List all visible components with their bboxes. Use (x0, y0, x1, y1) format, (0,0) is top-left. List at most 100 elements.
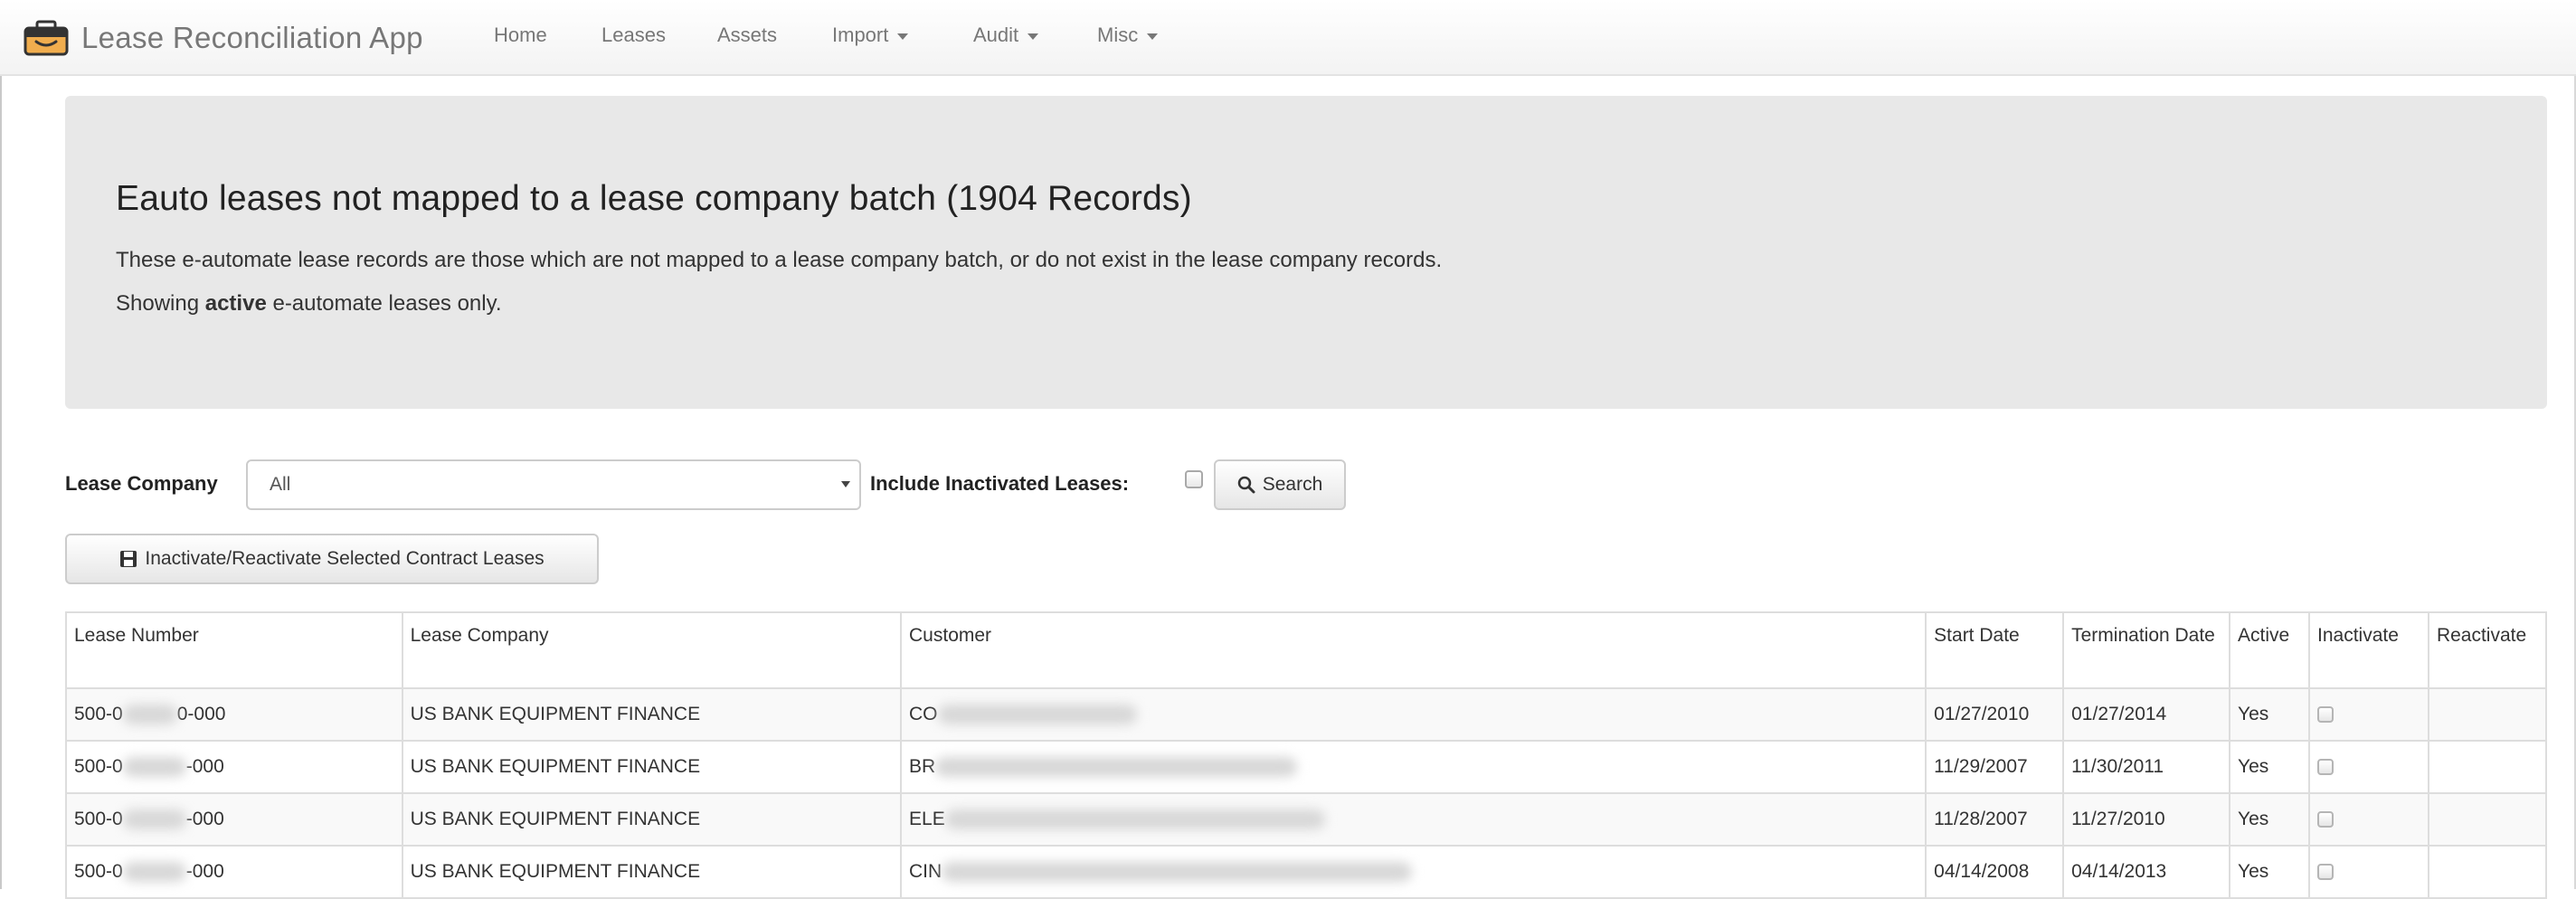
start-date-cell: 11/28/2007 (1925, 792, 2065, 847)
nav-import[interactable]: Import (832, 24, 909, 47)
inactivate-cell (2308, 687, 2429, 742)
save-icon (120, 551, 137, 567)
active-cell: Yes (2229, 792, 2310, 847)
inactivate-checkbox[interactable] (2317, 706, 2334, 724)
showing-suffix: e-automate leases only. (266, 291, 502, 316)
reactivate-cell (2427, 687, 2548, 742)
nav-home-label: Home (494, 24, 547, 46)
lease-number-suffix: -000 (185, 861, 224, 882)
include-inactivated-checkbox[interactable] (1185, 470, 1203, 488)
redacted-text (942, 862, 1413, 883)
nav-leases-label: Leases (601, 24, 666, 46)
app-title: Lease Reconciliation App (81, 21, 423, 54)
lease-number-prefix: 500-0 (74, 756, 123, 777)
nav-assets[interactable]: Assets (717, 24, 777, 47)
termination-date-cell: 11/27/2010 (2062, 792, 2231, 847)
customer-prefix: ELE (909, 809, 945, 829)
redacted-text (122, 705, 177, 725)
nav-audit-label: Audit (973, 24, 1019, 46)
lease-company-cell: US BANK EQUIPMENT FINANCE (401, 845, 903, 899)
lease-number-suffix: -000 (185, 756, 224, 777)
lease-company-cell: US BANK EQUIPMENT FINANCE (401, 687, 903, 742)
lease-number-cell: 500-0 -000 (65, 845, 403, 899)
inactivate-checkbox[interactable] (2317, 759, 2334, 776)
col-header-lease-company[interactable]: Lease Company (401, 611, 903, 689)
lease-company-select-value: All (270, 474, 291, 495)
lease-number-cell: 500-0 -000 (65, 792, 403, 847)
inactivate-cell (2308, 792, 2429, 847)
customer-cell: BR (900, 740, 1927, 794)
nav-misc-label: Misc (1097, 24, 1139, 46)
search-button[interactable]: Search (1214, 459, 1346, 510)
nav-leases[interactable]: Leases (601, 24, 666, 47)
select-arrow-icon (841, 481, 850, 487)
caret-down-icon (897, 33, 909, 40)
redacted-text (944, 809, 1325, 830)
termination-date-cell: 11/30/2011 (2062, 740, 2231, 794)
col-header-customer[interactable]: Customer (900, 611, 1927, 689)
nav-import-label: Import (832, 24, 889, 46)
table-row: 500-0 -000 US BANK EQUIPMENT FINANCE CIN … (65, 845, 2548, 899)
lease-company-select[interactable]: All (246, 459, 861, 510)
lease-number-cell: 500-0 -000 (65, 740, 403, 794)
col-header-active[interactable]: Active (2229, 611, 2310, 689)
col-header-termination-date[interactable]: Termination Date (2062, 611, 2231, 689)
redacted-text (937, 705, 1137, 725)
table-row: 500-0 0-000 US BANK EQUIPMENT FINANCE CO … (65, 687, 2548, 742)
nav-assets-label: Assets (717, 24, 778, 46)
search-button-label: Search (1262, 474, 1323, 495)
col-header-lease-number[interactable]: Lease Number (65, 611, 403, 689)
customer-cell: CO (900, 687, 1927, 742)
lease-company-cell: US BANK EQUIPMENT FINANCE (401, 740, 903, 794)
include-inactivated-label: Include Inactivated Leases: (870, 472, 1130, 495)
inactivate-cell (2308, 740, 2429, 794)
lease-company-label: Lease Company (65, 472, 218, 495)
reactivate-cell (2427, 845, 2548, 899)
customer-cell: ELE (900, 792, 1927, 847)
nav-audit[interactable]: Audit (973, 24, 1039, 47)
inactivate-reactivate-button[interactable]: Inactivate/Reactivate Selected Contract … (65, 534, 599, 584)
customer-prefix: BR (909, 756, 936, 777)
lease-number-prefix: 500-0 (74, 809, 123, 829)
table-row: 500-0 -000 US BANK EQUIPMENT FINANCE ELE … (65, 792, 2548, 847)
page-header-panel: Eauto leases not mapped to a lease compa… (65, 96, 2547, 409)
table-header-row: Lease Number Lease Company Customer Star… (65, 611, 2548, 689)
reactivate-cell (2427, 740, 2548, 794)
start-date-cell: 11/29/2007 (1925, 740, 2065, 794)
inactivate-checkbox[interactable] (2317, 811, 2334, 828)
active-cell: Yes (2229, 687, 2310, 742)
termination-date-cell: 01/27/2014 (2062, 687, 2231, 742)
active-cell: Yes (2229, 740, 2310, 794)
lease-number-prefix: 500-0 (74, 704, 123, 724)
col-header-inactivate[interactable]: Inactivate (2308, 611, 2429, 689)
customer-prefix: CIN (909, 861, 942, 882)
showing-bold: active (204, 291, 267, 316)
page-title: Eauto leases not mapped to a lease compa… (116, 179, 1192, 218)
showing-note: Showing active e-automate leases only. (116, 291, 502, 317)
customer-cell: CIN (900, 845, 1927, 899)
redacted-text (122, 862, 186, 883)
redacted-text (122, 809, 186, 830)
nav-misc[interactable]: Misc (1097, 24, 1159, 47)
caret-down-icon (1147, 33, 1159, 40)
col-header-start-date[interactable]: Start Date (1925, 611, 2065, 689)
showing-prefix: Showing (116, 291, 205, 316)
termination-date-cell: 04/14/2013 (2062, 845, 2231, 899)
reactivate-cell (2427, 792, 2548, 847)
caret-down-icon (1028, 33, 1039, 40)
lease-company-cell: US BANK EQUIPMENT FINANCE (401, 792, 903, 847)
customer-prefix: CO (909, 704, 938, 724)
lease-number-suffix: 0-000 (176, 704, 226, 724)
col-header-reactivate[interactable]: Reactivate (2427, 611, 2548, 689)
start-date-cell: 01/27/2010 (1925, 687, 2065, 742)
inactivate-checkbox[interactable] (2317, 864, 2334, 881)
window-left-edge (0, 0, 2, 889)
redacted-text (122, 757, 186, 778)
lease-number-suffix: -000 (185, 809, 224, 829)
nav-home[interactable]: Home (494, 24, 547, 47)
brand[interactable]: Lease Reconciliation App (24, 16, 423, 60)
lease-number-prefix: 500-0 (74, 861, 123, 882)
inactivate-reactivate-label: Inactivate/Reactivate Selected Contract … (145, 548, 545, 569)
top-navbar: Lease Reconciliation App Home Leases Ass… (0, 0, 2576, 76)
redacted-text (935, 757, 1298, 778)
